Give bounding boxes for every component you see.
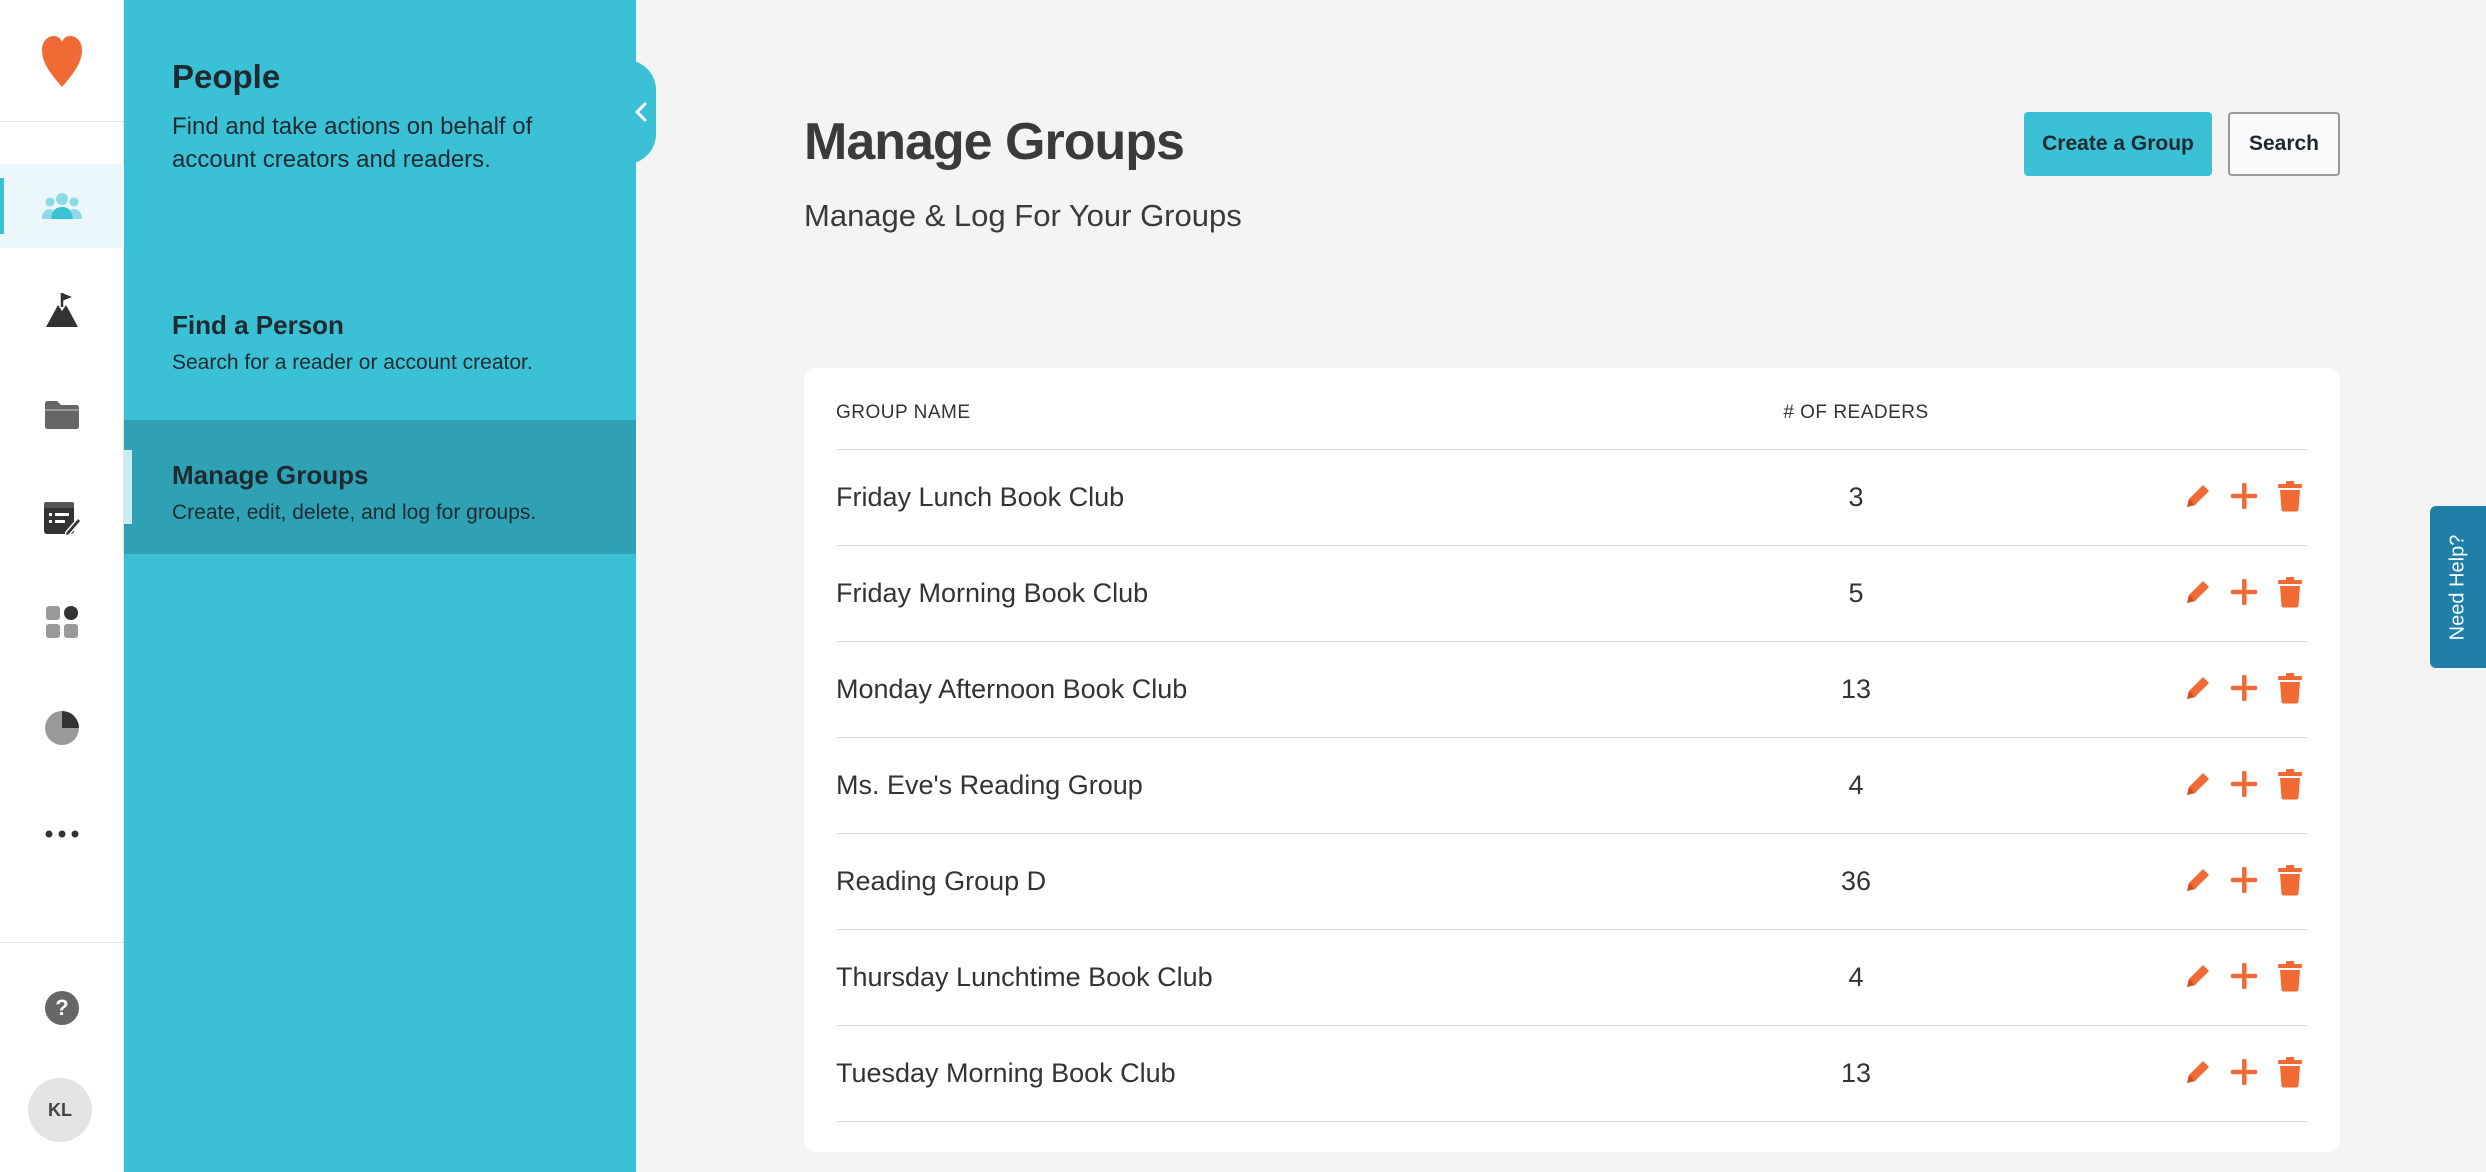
- table-row: Friday Lunch Book Club 3: [836, 450, 2308, 546]
- rail-people[interactable]: [0, 164, 124, 248]
- reader-count: 36: [1840, 866, 1872, 896]
- edit-icon[interactable]: [2180, 956, 2216, 996]
- more-icon: [45, 830, 79, 838]
- table-row: Reading Group D 36: [836, 834, 2308, 930]
- need-help-tab[interactable]: Need Help?: [2430, 506, 2486, 668]
- delete-icon[interactable]: [2272, 860, 2308, 900]
- rail-divider: [0, 942, 124, 943]
- dashboard-grid-icon: [46, 606, 78, 638]
- sidebar-description: Find and take actions on behalf of accou…: [172, 113, 533, 173]
- collapse-sidebar-button[interactable]: [626, 60, 656, 164]
- sidebar-title: People: [172, 58, 281, 95]
- rail-dashboard[interactable]: [0, 580, 124, 664]
- logo[interactable]: [0, 0, 124, 122]
- add-icon[interactable]: [2226, 476, 2262, 516]
- edit-icon[interactable]: [2180, 476, 2216, 516]
- heart-logo-icon: [42, 35, 82, 87]
- column-header-readers: # OF READERS: [1783, 402, 1929, 423]
- row-actions: [2180, 572, 2308, 612]
- sidebar-item-description: Create, edit, delete, and log for groups…: [172, 501, 537, 524]
- edit-icon[interactable]: [2180, 860, 2216, 900]
- group-name[interactable]: Tuesday Morning Book Club: [836, 1058, 1176, 1089]
- group-name[interactable]: Friday Morning Book Club: [836, 578, 1148, 609]
- row-actions: [2180, 1052, 2308, 1092]
- rail-logging[interactable]: [0, 476, 124, 560]
- group-name[interactable]: Reading Group D: [836, 866, 1046, 897]
- table-row: Tuesday Morning Book Club 13: [836, 1026, 2308, 1122]
- rail-library[interactable]: [0, 372, 124, 456]
- groups-table: GROUP NAME # OF READERS Friday Lunch Boo…: [804, 368, 2340, 1152]
- sidebar-header: People Find and take actions on behalf o…: [172, 58, 612, 176]
- sidebar-item-find-a-person[interactable]: Find a Person Search for a reader or acc…: [124, 270, 636, 404]
- delete-icon[interactable]: [2272, 1052, 2308, 1092]
- rail-reports[interactable]: [0, 686, 124, 770]
- reader-count: 5: [1848, 578, 1864, 608]
- add-icon[interactable]: [2226, 668, 2262, 708]
- sidebar-item-manage-groups[interactable]: Manage Groups Create, edit, delete, and …: [124, 420, 636, 554]
- group-name[interactable]: Friday Lunch Book Club: [836, 482, 1124, 513]
- icon-rail: ? KL: [0, 0, 124, 1172]
- rail-goals[interactable]: [0, 268, 124, 352]
- avatar[interactable]: KL: [28, 1078, 92, 1142]
- add-icon[interactable]: [2226, 572, 2262, 612]
- group-name[interactable]: Ms. Eve's Reading Group: [836, 770, 1143, 801]
- need-help-label: Need Help?: [2446, 534, 2469, 640]
- folder-icon: [45, 401, 79, 429]
- reader-count: 4: [1848, 962, 1864, 992]
- row-actions: [2180, 668, 2308, 708]
- sidebar-item-title: Manage Groups: [172, 460, 369, 490]
- pie-chart-icon: [45, 711, 79, 745]
- rail-more[interactable]: [0, 792, 124, 876]
- row-actions: [2180, 764, 2308, 804]
- edit-icon[interactable]: [2180, 668, 2216, 708]
- group-name[interactable]: Monday Afternoon Book Club: [836, 674, 1187, 705]
- table-row: Thursday Lunchtime Book Club 4: [836, 930, 2308, 1026]
- table-row: Monday Afternoon Book Club 13: [836, 642, 2308, 738]
- reader-count: 13: [1840, 1058, 1872, 1088]
- search-button[interactable]: Search: [2228, 112, 2340, 176]
- goal-flag-icon: [46, 293, 78, 327]
- add-icon[interactable]: [2226, 764, 2262, 804]
- table-row: Friday Morning Book Club 5: [836, 546, 2308, 642]
- people-icon: [42, 193, 82, 219]
- sidebar-item-title: Find a Person: [172, 310, 344, 340]
- reading-log-icon: [44, 502, 82, 538]
- row-actions: [2180, 476, 2308, 516]
- edit-icon[interactable]: [2180, 1052, 2216, 1092]
- sidebar-item-description: Search for a reader or account creator.: [172, 351, 533, 374]
- delete-icon[interactable]: [2272, 764, 2308, 804]
- add-icon[interactable]: [2226, 956, 2262, 996]
- delete-icon[interactable]: [2272, 476, 2308, 516]
- row-actions: [2180, 956, 2308, 996]
- reader-count: 4: [1848, 770, 1864, 800]
- column-header-group-name: GROUP NAME: [836, 402, 971, 423]
- add-icon[interactable]: [2226, 860, 2262, 900]
- edit-icon[interactable]: [2180, 572, 2216, 612]
- chevron-left-icon: [635, 102, 647, 122]
- table-header: GROUP NAME # OF READERS: [836, 368, 2308, 450]
- rail-help[interactable]: ?: [0, 966, 124, 1050]
- delete-icon[interactable]: [2272, 956, 2308, 996]
- delete-icon[interactable]: [2272, 668, 2308, 708]
- people-sidebar: People Find and take actions on behalf o…: [124, 0, 636, 1172]
- table-row: Ms. Eve's Reading Group 4: [836, 738, 2308, 834]
- delete-icon[interactable]: [2272, 572, 2308, 612]
- reader-count: 3: [1848, 482, 1864, 512]
- help-icon: ?: [45, 991, 79, 1025]
- add-icon[interactable]: [2226, 1052, 2262, 1092]
- edit-icon[interactable]: [2180, 764, 2216, 804]
- page-subtitle: Manage & Log For Your Groups: [804, 198, 1242, 233]
- page-title: Manage Groups: [804, 113, 1185, 171]
- create-group-button[interactable]: Create a Group: [2024, 112, 2212, 176]
- group-name[interactable]: Thursday Lunchtime Book Club: [836, 962, 1213, 993]
- row-actions: [2180, 860, 2308, 900]
- reader-count: 13: [1840, 674, 1872, 704]
